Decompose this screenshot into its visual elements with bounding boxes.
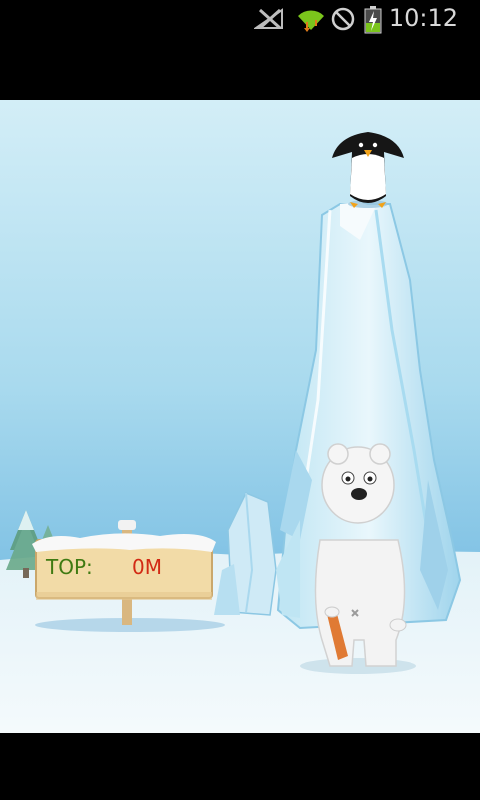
top-label: TOP: — [46, 555, 93, 579]
top-letterbox — [0, 38, 480, 100]
top-value: 0M — [132, 555, 162, 579]
do-not-disturb-icon — [331, 7, 355, 31]
game-scene[interactable]: TOP: 0M — [0, 100, 480, 733]
bottom-letterbox — [0, 733, 480, 800]
wifi-icon — [298, 10, 324, 32]
status-bar: 10:12 — [0, 0, 480, 38]
status-clock: 10:12 — [388, 4, 458, 32]
score-display: TOP: 0M — [46, 555, 206, 585]
game-canvas — [0, 100, 480, 733]
battery-charging-icon — [364, 6, 382, 34]
signal-muted-icon — [254, 8, 283, 30]
